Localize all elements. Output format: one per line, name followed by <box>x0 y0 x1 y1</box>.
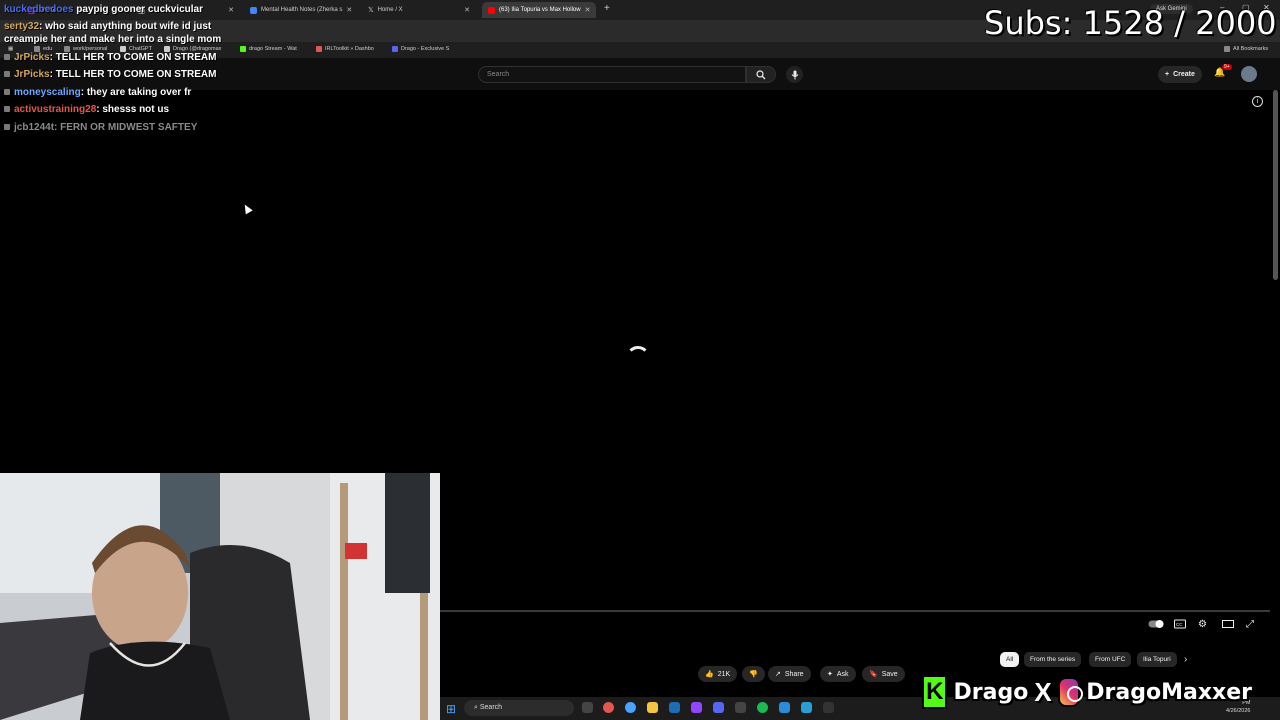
youtube-favicon-icon <box>488 6 495 14</box>
avatar[interactable] <box>1241 66 1257 82</box>
edge-icon[interactable] <box>625 702 636 713</box>
save-button[interactable]: 🔖 Save <box>862 666 905 682</box>
chat-message: JrPicks: TELL HER TO COME ON STREAM <box>4 69 216 80</box>
search-input[interactable]: Search <box>478 66 746 83</box>
new-tab-button[interactable]: + <box>604 3 610 14</box>
plus-icon: + <box>1165 71 1170 78</box>
svg-text:CC: CC <box>1176 622 1183 627</box>
webcam-feed <box>0 473 440 720</box>
chip-from-series[interactable]: From the series <box>1024 652 1082 667</box>
instagram-handle: DragoMaxxer <box>1086 679 1252 705</box>
search-button[interactable] <box>746 66 776 83</box>
discord-icon[interactable] <box>713 702 724 713</box>
chat-message: activustraining28: shesss not us <box>4 104 169 115</box>
chat-message: jcb1244t: FERN OR MIDWEST SAFTEY <box>4 122 197 133</box>
bookmark-drago-exclusive[interactable]: Drago - Exclusive S <box>392 46 449 52</box>
kick-handle: Drago <box>953 679 1029 705</box>
kick-logo-icon: K <box>922 675 948 709</box>
chat-message: kuckedbedoes paypig gooner cuckvicular <box>4 4 203 15</box>
notification-count-badge: 9+ <box>1222 64 1232 70</box>
thumbs-up-icon: 👍 <box>705 671 714 678</box>
x-logo-icon: X <box>1034 676 1052 707</box>
chat-message: moneyscaling: they are taking over fr <box>4 87 191 98</box>
obs-icon[interactable] <box>691 702 702 713</box>
browser-tab-active[interactable]: (63) Ilia Topuria vs Max Hollow ✕ <box>482 2 596 18</box>
chat-badge-icon <box>4 54 10 60</box>
chat-message-continued: creampie her and make her into a single … <box>4 34 222 45</box>
close-icon[interactable]: ✕ <box>464 6 470 14</box>
bookmark-drago-stream[interactable]: drago Stream - Wat <box>240 46 297 52</box>
file-explorer-icon[interactable] <box>647 702 658 713</box>
spotify-icon[interactable] <box>757 702 768 713</box>
chip-ilia-topuria[interactable]: Ilia Topuri <box>1137 652 1177 667</box>
sparkle-icon: ✦ <box>827 671 833 678</box>
close-icon[interactable]: ✕ <box>585 6 591 14</box>
chat-badge-icon <box>4 106 10 112</box>
chat-badge-icon <box>4 89 10 95</box>
chat-badge-icon <box>4 124 10 130</box>
settings-gear-icon[interactable]: ⚙ <box>1198 619 1207 630</box>
taskbar-search-input[interactable]: ⌕ Search <box>464 700 574 716</box>
app-icon[interactable] <box>735 702 746 713</box>
search-icon <box>756 69 766 79</box>
like-button[interactable]: 👍 21K <box>698 666 738 682</box>
social-handles-overlay: K Drago X DragoMaxxer <box>922 670 1252 714</box>
bookmark-irltoolkit[interactable]: IRLToolkit » Dashbo <box>316 46 374 52</box>
windows-start-icon[interactable]: ⊞ <box>446 702 456 716</box>
chip-all[interactable]: All <box>1000 652 1020 667</box>
ask-button[interactable]: ✦ Ask <box>820 666 856 682</box>
microphone-icon <box>791 70 798 79</box>
x-logo-icon: 𝕏 <box>368 7 374 14</box>
app-icon[interactable] <box>779 702 790 713</box>
loading-spinner-icon <box>626 346 650 370</box>
telegram-icon[interactable] <box>801 702 812 713</box>
terminal-icon[interactable] <box>823 702 834 713</box>
captions-icon[interactable]: CC <box>1174 619 1186 632</box>
close-icon[interactable]: ✕ <box>228 6 234 14</box>
task-view-icon[interactable] <box>582 702 593 713</box>
all-bookmarks[interactable]: All Bookmarks <box>1224 46 1268 52</box>
share-icon: ↗ <box>775 671 781 678</box>
instagram-logo-icon <box>1057 677 1083 707</box>
browser-tab-3[interactable]: Mental Health Notes (Zherka s ✕ <box>244 2 358 18</box>
bookmark-icon: 🔖 <box>869 671 878 678</box>
thumbs-down-icon: 👎 <box>749 671 758 678</box>
dislike-button[interactable]: 👎 <box>742 666 765 682</box>
autoplay-toggle-icon[interactable] <box>1148 619 1164 632</box>
share-button[interactable]: ↗ Share <box>768 666 811 682</box>
page-scrollbar[interactable] <box>1273 90 1278 280</box>
create-button[interactable]: + Create <box>1158 66 1202 83</box>
chrome-icon[interactable] <box>603 702 614 713</box>
theater-mode-icon[interactable] <box>1222 619 1234 632</box>
info-icon[interactable]: i <box>1252 96 1263 107</box>
video-progress-bar[interactable] <box>440 610 1270 612</box>
chat-message: JrPicks: TELL HER TO COME ON STREAM <box>4 52 216 63</box>
fullscreen-icon[interactable]: ⤢ <box>1246 619 1254 630</box>
browser-tab-4[interactable]: 𝕏 Home / X ✕ <box>362 2 476 18</box>
chip-from-ufc[interactable]: From UFC <box>1089 652 1132 667</box>
voice-search-button[interactable] <box>786 66 803 83</box>
subscriber-goal-counter: Subs: 1528 / 2000 <box>984 4 1277 42</box>
steam-icon[interactable] <box>669 702 680 713</box>
chat-message: serty32: who said anything bout wife id … <box>4 21 212 32</box>
close-icon[interactable]: ✕ <box>346 6 352 14</box>
tab-favicon-icon <box>250 6 257 14</box>
chat-badge-icon <box>4 71 10 77</box>
chevron-right-icon[interactable]: › <box>1184 654 1187 665</box>
